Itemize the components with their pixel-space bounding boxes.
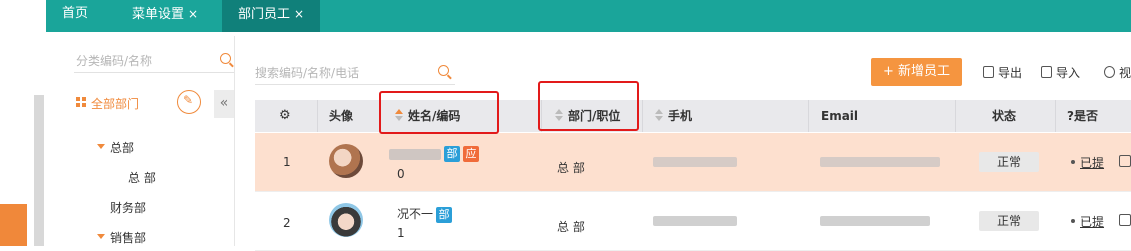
tab-department-staff[interactable]: 部门员工 × [222,0,321,32]
tree-root-all-departments[interactable]: 全部部门 [91,95,139,112]
gutter-scrollbar[interactable] [34,95,44,246]
avatar [329,203,363,237]
header-status: 状态 [992,109,1017,123]
row-dept: 总 部 [557,161,585,175]
gear-icon[interactable]: ⚙ [279,100,291,132]
sort-icon[interactable] [655,109,663,121]
tree-item-sales[interactable]: 销售部 [110,229,146,246]
import-label: 导入 [1056,66,1081,80]
row-index: 2 [283,216,291,230]
tab-department-staff-label: 部门员工 [238,7,291,22]
row-action-link[interactable]: 已提 [1080,154,1104,171]
view-label: 视 [1119,66,1131,80]
header-email: Email [821,109,859,123]
tree-item-headquarters[interactable]: 总部 [110,139,134,156]
status-badge: 正常 [979,152,1039,172]
row-action-link[interactable]: 已提 [1080,213,1104,230]
row-index: 1 [283,155,291,169]
tree-search-placeholder: 分类编码/名称 [76,54,153,68]
tree-item-headquarters-sub[interactable]: 总 部 [128,169,156,186]
status-tag: 应 [463,146,479,162]
collapse-sidebar-button[interactable]: « [214,90,234,118]
tab-home-label: 首页 [62,6,89,21]
row-tags: 部应 [441,146,479,162]
edit-icon[interactable] [177,90,201,114]
search-icon[interactable] [220,53,231,64]
tab-home[interactable]: 首页 [62,0,88,32]
add-employee-button[interactable]: + 新增员工 [871,58,962,86]
annotation-box-name [379,91,499,134]
employee-search-placeholder: 搜索编码/名称/电话 [255,66,360,80]
redacted-email [820,216,930,226]
annotation-box-dept [538,81,639,131]
gutter-accent-block [0,204,27,246]
table-row[interactable]: 1 部应 0 总 部 正常 已提 [255,133,1131,192]
export-icon [983,66,994,78]
header-more: ?是否 [1067,109,1098,123]
header-avatar: 头像 [329,109,354,123]
tree-item-finance[interactable]: 财务部 [110,199,146,216]
table-row[interactable]: 2 况不一部 1 总 部 正常 已提 [255,192,1131,251]
redacted-phone [653,216,737,226]
export-label: 导出 [998,66,1023,80]
row-name-text: 况不一 [397,207,434,221]
redacted-email [820,157,940,167]
dept-tag: 部 [436,207,453,223]
row-name: 况不一部 [397,205,453,223]
view-icon [1104,66,1115,78]
row-dept: 总 部 [557,220,585,234]
export-button[interactable]: 导出 [983,64,1022,81]
chevron-down-icon[interactable] [97,144,105,149]
tab-menu-settings[interactable]: 菜单设置 × [132,0,198,32]
view-button[interactable]: 视 [1104,64,1131,81]
import-button[interactable]: 导入 [1041,64,1080,81]
pen-icon[interactable] [1119,155,1131,167]
row-code: 1 [397,226,405,240]
close-icon[interactable]: × [294,7,304,21]
header-phone-label: 手机 [668,109,693,123]
tree-search-input[interactable]: 分类编码/名称 [74,50,234,73]
row-code: 0 [397,167,405,181]
close-icon[interactable]: × [188,7,198,21]
import-icon [1041,66,1052,78]
avatar [329,144,363,178]
tab-menu-settings-label: 菜单设置 [132,7,185,22]
redacted-phone [653,157,737,167]
search-icon[interactable] [438,65,449,76]
tab-bar: 首页 菜单设置 × 部门员工 × [46,0,1131,32]
chevron-down-icon[interactable] [97,234,105,239]
status-badge: 正常 [979,211,1039,231]
pen-icon[interactable] [1119,214,1131,226]
dept-tag: 部 [444,146,460,162]
employee-search-input[interactable]: 搜索编码/名称/电话 [255,60,455,85]
header-phone[interactable]: 手机 [655,100,692,132]
redacted-name [389,149,441,160]
tree-root-icon [76,97,86,107]
